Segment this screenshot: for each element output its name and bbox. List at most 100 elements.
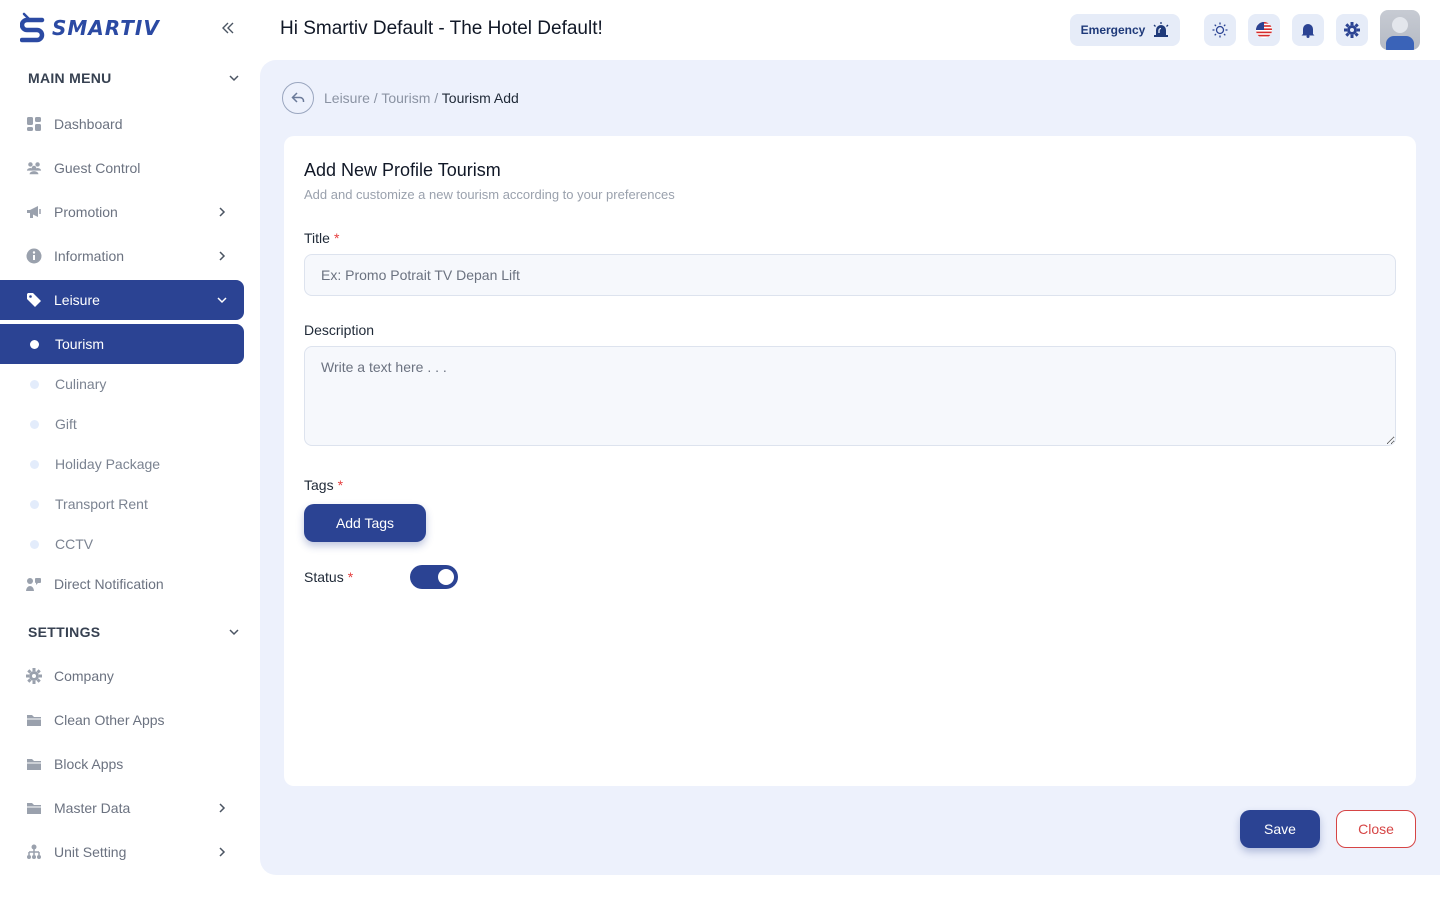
sidebar-item-label: Company <box>54 668 114 684</box>
sidebar-item-label: Direct Notification <box>54 576 164 592</box>
users-icon <box>26 160 42 176</box>
add-tags-button[interactable]: Add Tags <box>304 504 426 542</box>
sidebar-subitem-label: Transport Rent <box>55 496 148 512</box>
bell-icon <box>1301 24 1315 38</box>
sidebar: SMARTIV MAIN MENU Dashboard Guest Contro… <box>0 0 260 900</box>
bullet-dot <box>30 380 39 389</box>
bullet-dot <box>30 460 39 469</box>
sidebar-item-label: Unit Setting <box>54 844 127 860</box>
settings-label: SETTINGS <box>28 624 101 640</box>
main-content: Leisure / Tourism / Tourism Add Add New … <box>260 60 1440 875</box>
tags-label: Tags * <box>304 477 343 493</box>
user-silhouette-icon <box>1386 17 1414 50</box>
tags-label-text: Tags <box>304 477 334 493</box>
bullet-dot <box>30 540 39 549</box>
description-label: Description <box>304 322 374 338</box>
greeting-text: Hi Smartiv Default - The Hotel Default! <box>280 18 603 39</box>
chevron-right-icon <box>214 844 230 860</box>
sidebar-item-guest-control[interactable]: Guest Control <box>0 148 244 188</box>
status-toggle[interactable] <box>410 565 458 589</box>
sidebar-item-unit-setting[interactable]: Unit Setting <box>0 832 244 872</box>
sidebar-item-dashboard[interactable]: Dashboard <box>0 104 244 144</box>
sidebar-subitem-holiday-package[interactable]: Holiday Package <box>0 444 244 484</box>
language-button[interactable] <box>1248 14 1280 46</box>
toggle-knob <box>438 569 454 585</box>
required-mark: * <box>347 569 354 585</box>
sidebar-subitem-tourism[interactable]: Tourism <box>0 324 244 364</box>
sidebar-subitem-culinary[interactable]: Culinary <box>0 364 244 404</box>
sidebar-item-label: Master Data <box>54 800 131 816</box>
notifications-button[interactable] <box>1292 14 1324 46</box>
folder-icon <box>26 800 42 816</box>
sidebar-item-promotion[interactable]: Promotion <box>0 192 244 232</box>
tag-icon <box>26 292 42 308</box>
description-label-text: Description <box>304 322 375 338</box>
sidebar-item-master-data[interactable]: Master Data <box>0 788 244 828</box>
sidebar-item-clean-other-apps[interactable]: Clean Other Apps <box>0 700 244 740</box>
bullet-dot <box>30 340 39 349</box>
form-card: Add New Profile Tourism Add and customiz… <box>284 136 1416 786</box>
sidebar-item-direct-notification[interactable]: Direct Notification <box>0 564 244 604</box>
megaphone-icon <box>26 204 42 220</box>
settings-header[interactable]: SETTINGS <box>28 620 240 644</box>
sun-icon <box>1212 22 1228 38</box>
form-title: Add New Profile Tourism <box>304 160 501 180</box>
bullet-dot <box>30 420 39 429</box>
gear-icon <box>26 668 42 684</box>
breadcrumb-separator: / <box>369 90 382 106</box>
sidebar-item-leisure[interactable]: Leisure <box>0 280 244 320</box>
smartiv-logo-icon <box>20 12 45 43</box>
double-chevron-left-icon <box>222 22 234 34</box>
required-mark: * <box>337 477 344 493</box>
main-menu-label: MAIN MENU <box>28 70 112 86</box>
sidebar-subitem-label: Gift <box>55 416 77 432</box>
breadcrumb-separator: / <box>430 90 442 106</box>
emergency-button[interactable]: Emergency <box>1070 14 1180 46</box>
sidebar-subitem-label: Tourism <box>55 336 105 352</box>
title-label: Title * <box>304 230 339 246</box>
folder-icon <box>26 756 42 772</box>
sidebar-item-label: Dashboard <box>54 116 123 132</box>
breadcrumb-tourism[interactable]: Tourism <box>381 90 430 106</box>
breadcrumb-leisure[interactable]: Leisure <box>324 90 370 106</box>
user-avatar[interactable] <box>1380 10 1420 50</box>
info-icon <box>26 248 42 264</box>
sidebar-subitem-gift[interactable]: Gift <box>0 404 244 444</box>
sidebar-item-label: Leisure <box>54 292 100 308</box>
collapse-sidebar-button[interactable] <box>218 18 238 38</box>
chevron-right-icon <box>214 248 230 264</box>
settings-button[interactable] <box>1336 14 1368 46</box>
us-flag-icon <box>1256 22 1272 38</box>
sidebar-item-company[interactable]: Company <box>0 656 244 696</box>
back-button[interactable] <box>282 82 314 114</box>
sidebar-item-label: Information <box>54 248 125 264</box>
description-textarea[interactable] <box>304 346 1396 446</box>
chevron-down-icon <box>229 75 239 82</box>
chevron-right-icon <box>214 800 230 816</box>
breadcrumb-current: Tourism Add <box>441 90 519 106</box>
title-label-text: Title <box>304 230 330 246</box>
sidebar-item-label: Clean Other Apps <box>54 712 165 728</box>
topbar: Hi Smartiv Default - The Hotel Default! … <box>260 0 1440 60</box>
breadcrumb: Leisure / Tourism / Tourism Add <box>324 90 519 106</box>
logo[interactable]: SMARTIV <box>20 12 160 44</box>
chevron-right-icon <box>214 204 230 220</box>
sidebar-subitem-label: CCTV <box>55 536 94 552</box>
status-label-text: Status <box>304 569 344 585</box>
sidebar-item-block-apps[interactable]: Block Apps <box>0 744 244 784</box>
close-button[interactable]: Close <box>1336 810 1416 848</box>
title-input[interactable] <box>304 254 1396 296</box>
notification-icon <box>26 576 42 592</box>
folder-icon <box>26 712 42 728</box>
save-button[interactable]: Save <box>1240 810 1320 848</box>
bullet-dot <box>30 500 39 509</box>
sidebar-subitem-transport-rent[interactable]: Transport Rent <box>0 484 244 524</box>
main-menu-header[interactable]: MAIN MENU <box>28 66 240 90</box>
theme-toggle-button[interactable] <box>1204 14 1236 46</box>
sidebar-item-information[interactable]: Information <box>0 236 244 276</box>
status-label: Status * <box>304 569 353 585</box>
sidebar-subitem-label: Culinary <box>55 376 107 392</box>
sidebar-subitem-cctv[interactable]: CCTV <box>0 524 244 564</box>
emergency-label: Emergency <box>1080 23 1146 37</box>
sidebar-subitem-label: Holiday Package <box>55 456 161 472</box>
